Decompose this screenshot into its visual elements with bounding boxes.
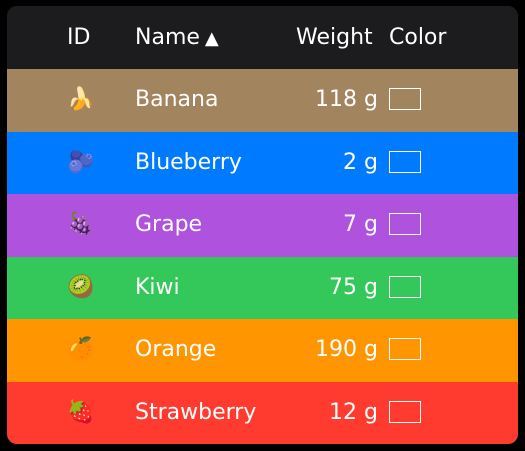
- color-swatch: [389, 338, 421, 360]
- column-header-name[interactable]: Name ▲: [135, 6, 219, 69]
- sort-ascending-icon: ▲: [204, 28, 219, 49]
- column-header-weight-label: Weight: [296, 25, 373, 50]
- fruit-table: ID Name ▲ Weight Color 🍌 Banana 118 g 🫐 B…: [7, 6, 518, 444]
- strawberry-icon: 🍓: [67, 399, 95, 425]
- table-row[interactable]: 🍓 Strawberry 12 g: [7, 381, 518, 444]
- row-weight: 118 g: [315, 87, 378, 112]
- column-header-color-label: Color: [389, 25, 447, 50]
- row-weight: 2 g: [343, 149, 378, 175]
- color-swatch: [389, 400, 421, 423]
- color-swatch: [389, 275, 421, 298]
- row-name: Grape: [135, 212, 203, 237]
- row-name: Blueberry: [135, 149, 242, 175]
- row-weight: 7 g: [343, 212, 378, 237]
- row-name: Orange: [135, 337, 217, 362]
- column-header-weight[interactable]: Weight: [296, 6, 373, 69]
- row-name: Banana: [135, 87, 219, 112]
- grape-icon: 🍇: [67, 212, 95, 237]
- table-row[interactable]: 🍊 Orange 190 g: [7, 319, 518, 382]
- column-header-id[interactable]: ID: [67, 6, 90, 69]
- color-swatch: [389, 88, 421, 110]
- table-header: ID Name ▲ Weight Color: [7, 6, 518, 69]
- blueberry-icon: 🫐: [67, 149, 95, 175]
- column-header-id-label: ID: [67, 25, 91, 50]
- kiwi-icon: 🥝: [67, 274, 95, 300]
- table-row[interactable]: 🍌 Banana 118 g: [7, 69, 518, 132]
- row-weight: 190 g: [315, 337, 378, 362]
- column-header-name-label: Name: [135, 25, 200, 50]
- row-weight: 75 g: [329, 274, 378, 300]
- orange-icon: 🍊: [67, 337, 95, 362]
- banana-icon: 🍌: [67, 87, 95, 112]
- table-row[interactable]: 🥝 Kiwi 75 g: [7, 256, 518, 319]
- color-swatch: [389, 150, 421, 173]
- column-header-color[interactable]: Color: [389, 6, 446, 69]
- color-swatch: [389, 213, 421, 235]
- table-row[interactable]: 🍇 Grape 7 g: [7, 194, 518, 257]
- row-name: Kiwi: [135, 274, 180, 300]
- row-name: Strawberry: [135, 399, 257, 425]
- row-weight: 12 g: [329, 399, 378, 425]
- table-row[interactable]: 🫐 Blueberry 2 g: [7, 131, 518, 194]
